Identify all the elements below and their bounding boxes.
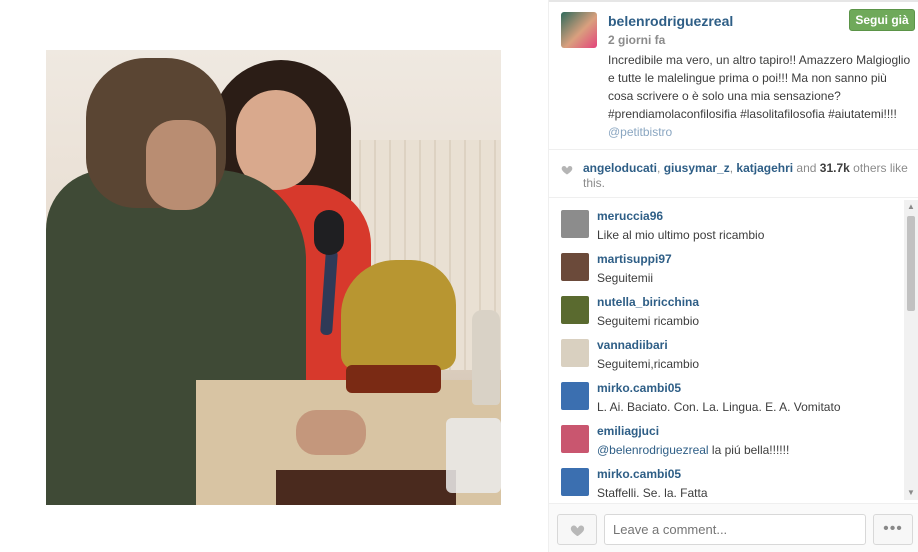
comment-username[interactable]: emiliagjuci: [597, 424, 659, 438]
comment-text: Seguitemi ricambio: [597, 314, 700, 328]
scroll-thumb[interactable]: [907, 216, 915, 311]
comment-item: martisuppi97 Seguitemii: [561, 250, 901, 290]
comment-username[interactable]: mirko.cambi05: [597, 467, 681, 481]
comment-text: L. Ai. Baciato. Con. La. Lingua. E. A. V…: [597, 400, 841, 414]
comment-item: emiliagjuci @belenrodriguezreal la piú b…: [561, 422, 901, 462]
likes-section: angeloducati, giusymar_z, katjagehri and…: [549, 150, 918, 198]
more-options-button[interactable]: •••: [873, 514, 913, 545]
comments-scrollbar[interactable]: ▲ ▼: [904, 200, 918, 500]
comment-input[interactable]: [604, 514, 866, 545]
comment-mention[interactable]: @belenrodriguezreal: [597, 443, 709, 457]
post-sidebar: belenrodriguezreal 2 giorni fa Segui già…: [548, 0, 918, 552]
comment-footer: •••: [549, 503, 918, 552]
post-photo[interactable]: [46, 50, 501, 505]
comment-text: Seguitemii: [597, 271, 654, 285]
photo-hand: [296, 410, 366, 455]
comment-text: Staffelli. Se. la. Fatta: [597, 486, 708, 500]
photo-man-face: [146, 120, 216, 210]
comment-text: @belenrodriguezreal la piú bella!!!!!!: [597, 443, 789, 457]
comment-avatar[interactable]: [561, 425, 589, 453]
comment-username[interactable]: vannadiibari: [597, 338, 668, 352]
comments-list[interactable]: meruccia96 Like al mio ultimo post ricam…: [549, 199, 918, 501]
comment-avatar[interactable]: [561, 339, 589, 367]
photo-microphone: [314, 210, 344, 255]
liker-3[interactable]: katjagehri: [736, 161, 793, 175]
comment-username[interactable]: mirko.cambi05: [597, 381, 681, 395]
comment-item: nutella_biricchina Seguitemi ricambio: [561, 293, 901, 333]
comment-item: meruccia96 Like al mio ultimo post ricam…: [561, 207, 901, 247]
photo-mat: [276, 470, 456, 505]
likes-and: and: [793, 161, 820, 175]
comment-username[interactable]: martisuppi97: [597, 252, 672, 266]
comment-item: mirko.cambi05 Staffelli. Se. la. Fatta: [561, 465, 901, 501]
liker-1[interactable]: angeloducati: [583, 161, 657, 175]
heart-icon: [561, 166, 573, 175]
comment-text: Like al mio ultimo post ricambio: [597, 228, 765, 242]
post-caption: Incredibile ma vero, un altro tapiro!! A…: [608, 51, 913, 141]
comment-avatar[interactable]: [561, 253, 589, 281]
liker-separator: ,: [657, 161, 664, 175]
photo-glass: [446, 418, 501, 493]
photo-pane: [0, 0, 548, 552]
likes-count[interactable]: 31.7k: [820, 161, 850, 175]
post-timestamp[interactable]: 2 giorni fa: [608, 33, 665, 47]
likes-text: angeloducati, giusymar_z, katjagehri and…: [583, 161, 913, 191]
comment-avatar[interactable]: [561, 468, 589, 496]
heart-icon: [570, 525, 585, 537]
comment-username[interactable]: nutella_biricchina: [597, 295, 699, 309]
photo-tapiro-trophy: [341, 260, 456, 370]
follow-button[interactable]: Segui già: [849, 9, 915, 31]
comment-avatar[interactable]: [561, 382, 589, 410]
caption-text: Incredibile ma vero, un altro tapiro!! A…: [608, 53, 911, 121]
comment-text: Seguitemi,ricambio: [597, 357, 700, 371]
photo-bottle: [472, 310, 500, 405]
comment-text-body: la piú bella!!!!!!: [708, 443, 790, 457]
comment-item: vannadiibari Seguitemi,ricambio: [561, 336, 901, 376]
post-header: belenrodriguezreal 2 giorni fa Segui già…: [549, 0, 918, 150]
author-username[interactable]: belenrodriguezreal: [608, 13, 733, 29]
comment-avatar[interactable]: [561, 296, 589, 324]
scroll-up-arrow-icon[interactable]: ▲: [904, 200, 918, 214]
comment-avatar[interactable]: [561, 210, 589, 238]
scroll-down-arrow-icon[interactable]: ▼: [904, 486, 918, 500]
caption-mention[interactable]: @petitbistro: [608, 125, 672, 139]
author-avatar[interactable]: [561, 12, 597, 48]
comment-username[interactable]: meruccia96: [597, 209, 663, 223]
comment-item: mirko.cambi05 L. Ai. Baciato. Con. La. L…: [561, 379, 901, 419]
photo-trophy-base: [346, 365, 441, 393]
liker-2[interactable]: giusymar_z: [664, 161, 730, 175]
like-button[interactable]: [557, 514, 597, 545]
